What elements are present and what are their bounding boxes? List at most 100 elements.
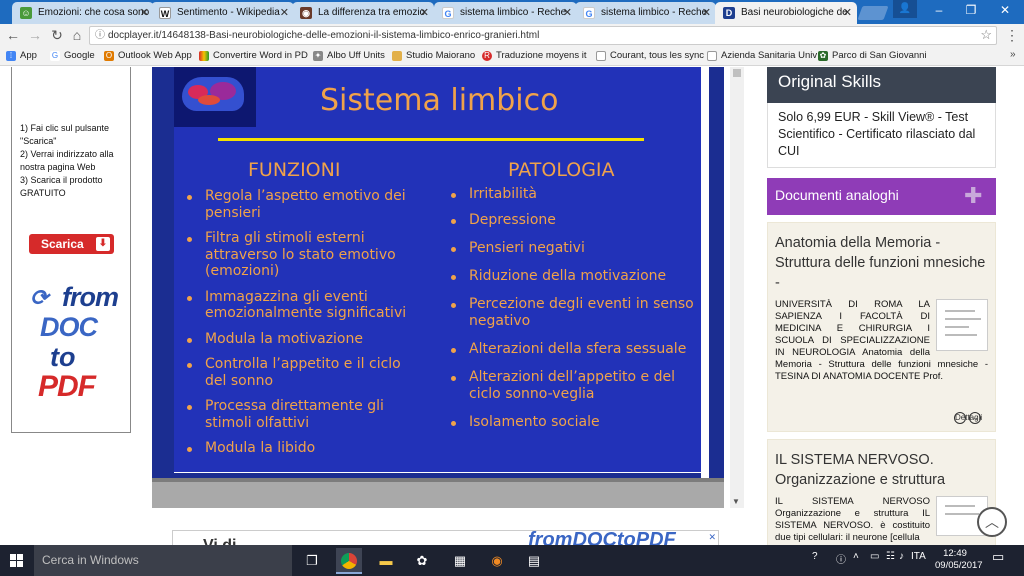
scroll-thumb[interactable] (733, 69, 741, 77)
slide-title: Sistema limbico (320, 83, 559, 118)
firefox-icon[interactable]: ◉ (484, 548, 510, 574)
bookmark-traduzione[interactable]: R Traduzione moyens it (482, 49, 586, 63)
tab-label: Emozioni: che cosa sono (38, 7, 150, 18)
bookmark-label: Convertire Word in PD (213, 50, 308, 61)
google-favicon: G (583, 7, 595, 19)
language-indicator[interactable]: ITA (911, 551, 926, 562)
minimize-button[interactable]: – (922, 0, 956, 22)
close-tab-icon[interactable]: ✕ (420, 2, 429, 24)
site-favicon: ◉ (300, 7, 312, 19)
bottom-ad[interactable]: Vi di fromDOCtoPDF ✕ (172, 530, 719, 545)
volume-icon[interactable]: ♪ (899, 551, 904, 562)
arrow-right-icon: → (969, 412, 981, 424)
scarica-button[interactable]: Scarica ⬇ (29, 234, 114, 254)
google-favicon: G (442, 7, 454, 19)
document-viewer[interactable]: Sistema limbico FUNZIONI PATOLOGIA Regol… (152, 67, 724, 478)
tab-sistema-limbico-2[interactable]: G sistema limbico - Reche ✕ (575, 2, 716, 24)
info-icon[interactable]: ⓘ (95, 27, 105, 44)
tab-emozioni[interactable]: ☺ Emozioni: che cosa sono ✕ (12, 2, 154, 24)
network-icon[interactable]: ☷ (886, 551, 895, 562)
bookmark-convertire[interactable]: Convertire Word in PD (199, 49, 308, 63)
page-icon (707, 51, 717, 61)
tab-basi-neurobiologiche[interactable]: D Basi neurobiologiche de ✕ (715, 2, 857, 24)
word-icon[interactable]: ▤ (521, 548, 547, 574)
tab-label: sistema limbico - Reche (601, 7, 708, 18)
app-icon[interactable]: ✿ (409, 548, 435, 574)
tab-label: sistema limbico - Reche (460, 7, 567, 18)
pathology-item: Riduzione della motivazione (444, 268, 699, 285)
bookmark-google[interactable]: G Google (50, 49, 95, 63)
close-tab-icon[interactable]: ✕ (563, 2, 572, 24)
close-tab-icon[interactable]: ✕ (140, 2, 149, 24)
forward-icon[interactable]: → (26, 26, 44, 44)
viewer-edge (701, 67, 709, 478)
task-view-icon[interactable]: ❐ (299, 548, 325, 574)
calculator-icon[interactable]: ▦ (447, 548, 473, 574)
browser-toolbar: ← → ↻ ⌂ ⓘ docplayer.it/14648138-Basi-neu… (0, 24, 1024, 46)
function-item: Modula la libido (180, 440, 420, 457)
close-tab-icon[interactable]: ✕ (843, 2, 852, 24)
taskbar-search[interactable]: Cerca in Windows (34, 545, 292, 576)
more-bookmarks-icon[interactable]: » (1010, 49, 1016, 60)
ad-step: 3) Scarica il prodotto GRATUITO (20, 175, 103, 198)
doc-card-1[interactable]: Anatomia della Memoria - Struttura delle… (767, 222, 996, 432)
battery-icon[interactable]: ▭ (870, 551, 879, 562)
close-tab-icon[interactable]: ✕ (702, 2, 711, 24)
clock[interactable]: 12:49 09/05/2017 (935, 548, 983, 572)
close-tab-icon[interactable]: ✕ (280, 2, 289, 24)
bookmark-studio[interactable]: Studio Maiorano (392, 49, 475, 63)
scroll-down-icon[interactable]: ▼ (732, 497, 740, 506)
pathology-item: Isolamento sociale (444, 414, 699, 431)
help-icon[interactable]: ? (812, 551, 818, 562)
profile-icon[interactable]: 👤 (893, 0, 917, 18)
ad-close-icon[interactable]: ✕ (708, 532, 716, 543)
bookmark-app[interactable]: ⁞ App (6, 49, 37, 63)
reload-icon[interactable]: ↻ (48, 26, 66, 44)
function-item: Filtra gli stimoli esterni attraverso lo… (180, 230, 420, 280)
notifications-icon[interactable]: ▭ (992, 549, 1004, 565)
maximize-button[interactable]: ❐ (954, 0, 988, 22)
doc-card-title[interactable]: IL SISTEMA NERVOSO. Organizzazione e str… (775, 450, 988, 490)
doc-card-2[interactable]: IL SISTEMA NERVOSO. Organizzazione e str… (767, 439, 996, 545)
menu-icon[interactable]: ⋮ (1005, 27, 1019, 44)
albo-icon: ✦ (313, 51, 323, 61)
bookmark-label: Studio Maiorano (406, 50, 476, 61)
tab-wikipedia[interactable]: W Sentimento - Wikipedia ✕ (151, 2, 294, 24)
tray-icon[interactable]: ⓘ (836, 551, 846, 566)
tab-differenza[interactable]: ◉ La differenza tra emozio ✕ (292, 2, 434, 24)
function-item: Modula la motivazione (180, 331, 420, 348)
bookmark-courant[interactable]: Courant, tous les sync (596, 49, 704, 63)
bookmark-outlook[interactable]: O Outlook Web App (104, 49, 192, 63)
expand-tray-icon[interactable]: ˄ (853, 551, 859, 562)
bookmark-label: Courant, tous les sync (610, 50, 704, 61)
slide: Sistema limbico FUNZIONI PATOLOGIA Regol… (174, 67, 701, 473)
left-ad[interactable]: 1) Fai clic sul pulsante "Scarica" 2) Ve… (11, 67, 131, 433)
bookmark-azienda[interactable]: Azienda Sanitaria Univ (707, 49, 817, 63)
puzzle-icon: ✚ (964, 183, 983, 208)
bookmark-albo[interactable]: ✦ Albo Uff Units (313, 49, 385, 63)
chrome-icon[interactable] (336, 548, 362, 574)
viewer-scrollbar[interactable]: ▼ (730, 67, 744, 508)
pathology-item: Alterazioni della sfera sessuale (444, 341, 699, 358)
bookmark-parco[interactable]: ✿ Parco di San Giovanni (818, 49, 927, 63)
skills-description[interactable]: Solo 6,99 EUR - Skill View® - Test Scien… (767, 103, 996, 168)
document-thumbnail (936, 299, 988, 351)
tab-label: Sentimento - Wikipedia (177, 7, 280, 18)
doc-card-title[interactable]: Anatomia della Memoria - Struttura delle… (775, 233, 988, 293)
url-text: docplayer.it/14648138-Basi-neurobiologic… (108, 30, 540, 41)
file-explorer-icon[interactable]: ▬ (373, 548, 399, 574)
home-icon[interactable]: ⌂ (68, 26, 86, 44)
back-icon[interactable]: ← (4, 26, 22, 44)
new-tab-button[interactable] (857, 6, 889, 20)
skills-title[interactable]: Original Skills (767, 67, 996, 103)
bookmark-star-icon[interactable]: ☆ (980, 27, 992, 43)
date: 09/05/2017 (935, 560, 983, 571)
tab-sistema-limbico-1[interactable]: G sistema limbico - Reche ✕ (434, 2, 577, 24)
windows-start-icon[interactable] (0, 545, 34, 576)
address-bar[interactable]: ⓘ docplayer.it/14648138-Basi-neurobiolog… (89, 26, 997, 45)
scroll-to-top-button[interactable]: ︿ (977, 507, 1007, 537)
excerpt-text: IL SISTEMA NERVOSO Organizzazione e stru… (775, 496, 930, 543)
time: 12:49 (943, 548, 967, 559)
close-window-button[interactable]: ✕ (988, 0, 1022, 22)
dettagli-link[interactable]: Dettagli→ (951, 409, 982, 424)
